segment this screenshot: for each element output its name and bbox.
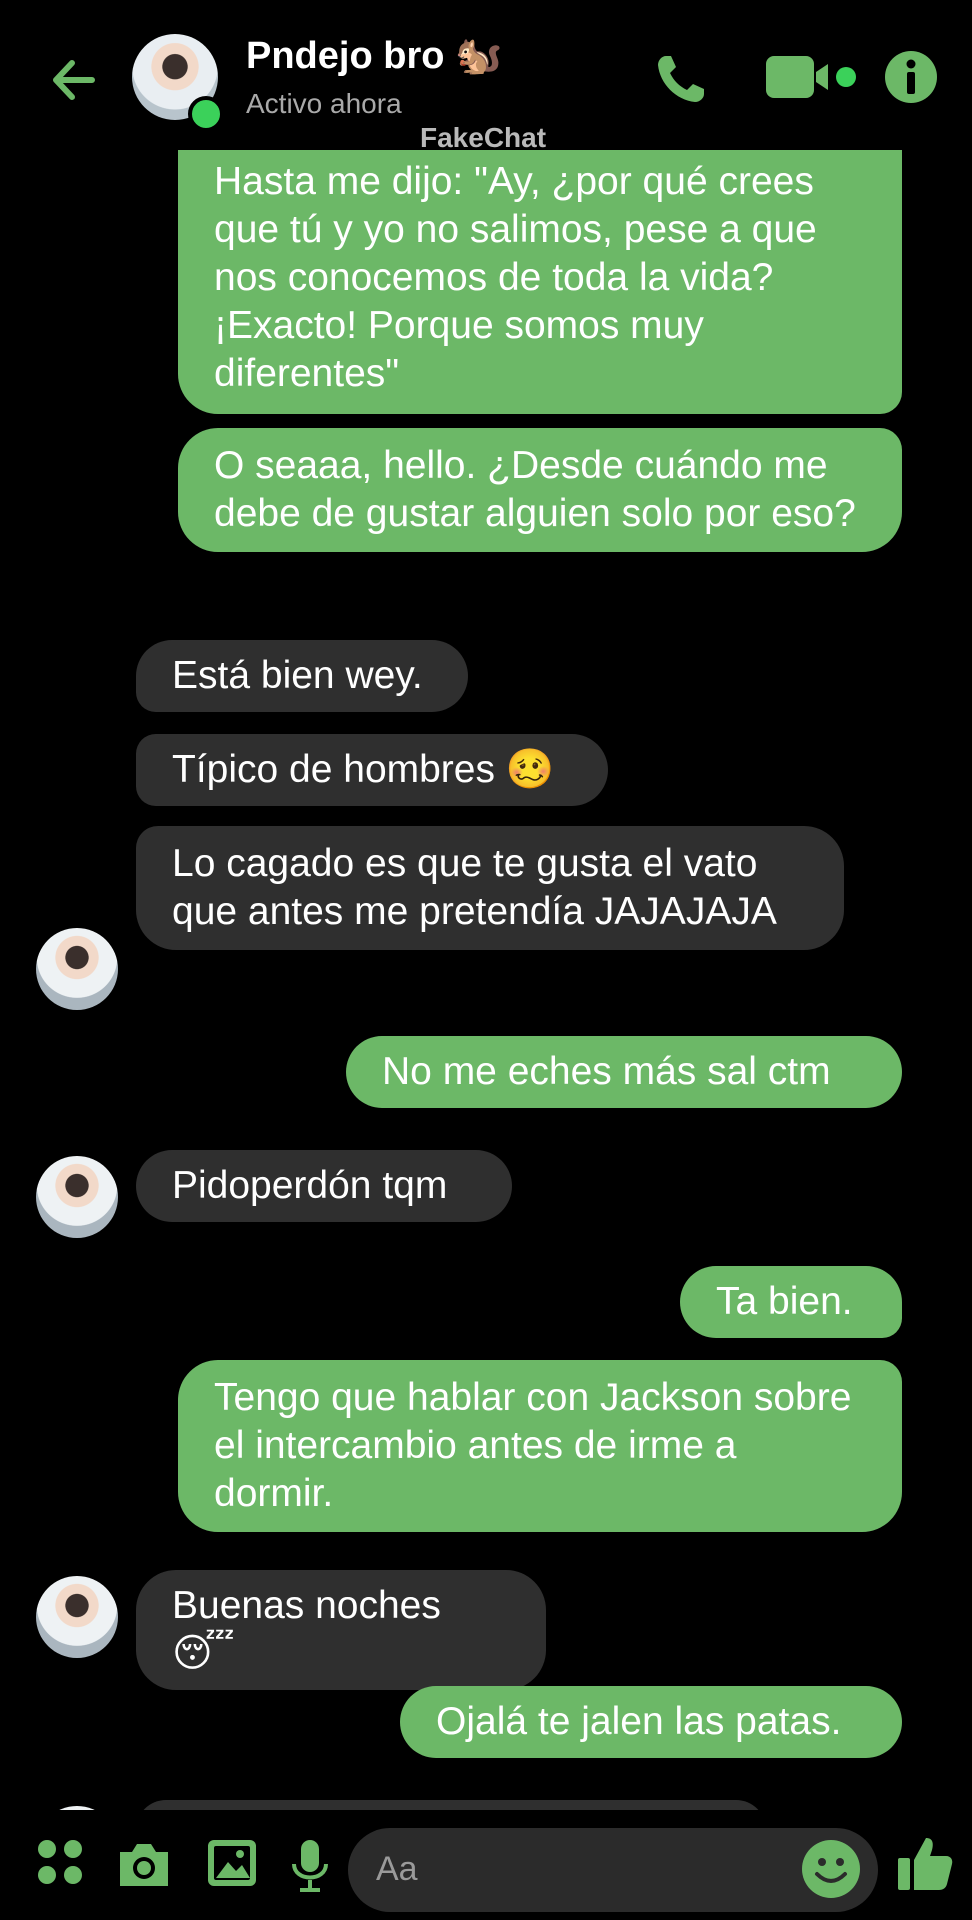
message-bubble-received[interactable]: Lo cagado es que te gusta el vato que an… (136, 826, 844, 950)
message-bubble-sent[interactable]: Hasta me dijo: "Ay, ¿por qué crees que t… (178, 150, 902, 414)
phone-icon[interactable] (652, 50, 710, 108)
contact-avatar-small[interactable] (36, 928, 118, 1010)
contact-status: Activo ahora (246, 88, 402, 119)
message-input[interactable]: Aa (348, 1828, 878, 1912)
online-indicator (188, 96, 224, 132)
message-bubble-received[interactable]: Pidoperdón tqm (136, 1150, 512, 1222)
message-bubble-sent[interactable]: O seaaa, hello. ¿Desde cuándo me debe de… (178, 428, 902, 552)
microphone-icon[interactable] (290, 1838, 330, 1894)
thumbs-up-icon[interactable] (896, 1834, 954, 1892)
contact-avatar-small[interactable] (36, 1156, 118, 1238)
video-call-icon[interactable] (764, 50, 860, 106)
message-bubble-received (136, 1800, 766, 1810)
gallery-icon[interactable] (206, 1838, 258, 1888)
contact-avatar-small[interactable] (36, 1576, 118, 1658)
message-bubble-sent[interactable]: Ta bien. (680, 1266, 902, 1338)
back-arrow-icon[interactable] (44, 50, 104, 110)
message-bubble-sent[interactable]: No me eches más sal ctm (346, 1036, 902, 1108)
message-bubble-received[interactable]: Está bien wey. (136, 640, 468, 712)
info-icon[interactable] (884, 50, 938, 104)
message-input-placeholder: Aa (376, 1850, 418, 1888)
message-bubble-sent[interactable]: Tengo que hablar con Jackson sobre el in… (178, 1360, 902, 1532)
contact-name[interactable]: Pndejo bro 🐿️ (246, 34, 502, 78)
camera-icon[interactable] (116, 1838, 172, 1890)
message-composer: Aa (0, 1810, 972, 1920)
watermark: FakeChat (420, 122, 547, 153)
apps-grid-icon[interactable] (36, 1838, 84, 1886)
message-bubble-sent[interactable]: Ojalá te jalen las patas. (400, 1686, 902, 1758)
emoji-smile-icon[interactable] (800, 1838, 862, 1900)
message-list[interactable]: Hasta me dijo: "Ay, ¿por qué crees que t… (0, 150, 972, 1810)
message-bubble-received[interactable]: Buenas noches 😴 (136, 1570, 546, 1690)
message-bubble-received[interactable]: Típico de hombres 🥴 (136, 734, 608, 806)
